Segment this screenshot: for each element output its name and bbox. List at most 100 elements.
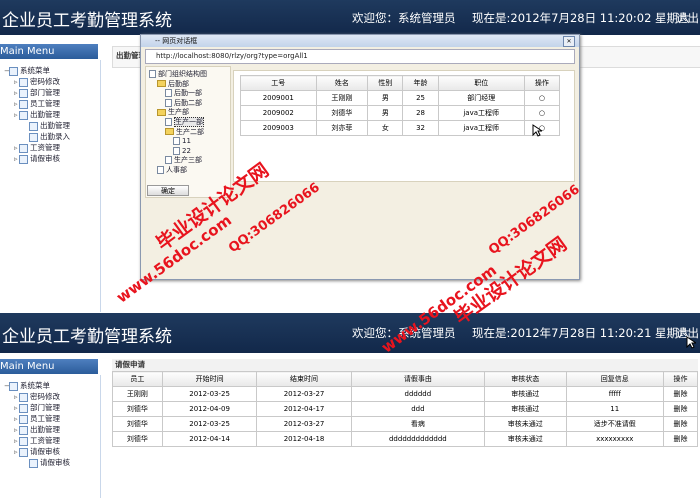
sidebar-item[interactable]: ▹ 工资管理 xyxy=(4,435,70,446)
sidebar-item[interactable]: 出勤管理 xyxy=(4,120,70,131)
sidebar-item[interactable]: ▹ 部门管理 xyxy=(4,402,70,413)
org-tree-label: 生产二部 xyxy=(176,127,204,136)
app-title: 企业员工考勤管理系统 xyxy=(2,327,172,347)
table-cell: 看病 xyxy=(350,416,485,432)
column-header: 年龄 xyxy=(402,75,439,91)
table-row: 刘德华 2012-04-09 2012-04-17 ddd 审核通过 11 删除 xyxy=(112,401,699,417)
sidebar-item[interactable]: ▹ 请假审核 xyxy=(4,446,70,457)
menu-node-icon xyxy=(19,425,28,435)
table-cell: 28 xyxy=(402,105,439,121)
sidebar-item[interactable]: ▹ 密码修改 xyxy=(4,76,70,87)
org-tree-node[interactable]: 生产二部 xyxy=(149,128,207,138)
org-tree-node[interactable]: 人事部 xyxy=(149,165,207,176)
org-tree-label: 生产一部 xyxy=(174,116,204,127)
employee-table: 工号 姓名 性别 年龄 职位 操作 2009001 王刚刚男 25 部门经理 ○ 2009002 刘德… xyxy=(240,75,561,136)
sidebar-item-label: 出勤管理 xyxy=(30,425,60,434)
org-tree-node[interactable]: 后勤部 xyxy=(149,80,207,90)
sidebar-item[interactable]: ▹ 工资管理 xyxy=(4,142,70,153)
org-tree-node[interactable]: 22 xyxy=(149,146,207,157)
sidebar-item-label: 出勤录入 xyxy=(40,132,70,141)
menu-node-icon xyxy=(19,403,28,413)
org-tree-node[interactable]: 部门组织结构图 xyxy=(149,70,207,80)
table-cell: 2012-03-25 xyxy=(161,416,258,432)
app-header: 企业员工考勤管理系统 欢迎您：系统管理员 现在是:2012年7月28日 11:2… xyxy=(0,0,700,35)
menu-node-icon xyxy=(19,447,28,457)
dialog-titlebar: -- 网页对话框 ✕ xyxy=(141,35,579,47)
org-tree-label: 后勤二部 xyxy=(174,98,202,107)
sidebar-item-label: 员工管理 xyxy=(30,99,60,108)
table-cell: 男 xyxy=(367,90,404,106)
org-tree-node[interactable]: 11 xyxy=(149,137,207,147)
document-icon xyxy=(157,165,164,174)
org-tree-node[interactable]: 后勤一部 xyxy=(149,89,207,99)
column-header: 审核状态 xyxy=(483,371,567,387)
dialog-title: -- 网页对话框 xyxy=(155,37,198,45)
confirm-button[interactable]: 确定 xyxy=(147,185,189,196)
sidebar-item[interactable]: 请假审核 xyxy=(4,457,70,468)
column-header: 开始时间 xyxy=(161,371,258,387)
sidebar-item[interactable]: ▹ 员工管理 xyxy=(4,413,70,424)
document-icon xyxy=(165,156,172,165)
document-icon xyxy=(173,137,180,146)
sidebar-item[interactable]: ▹ 员工管理 xyxy=(4,98,70,109)
menu-node-icon xyxy=(19,414,28,424)
org-tree-node[interactable]: 生产三部 xyxy=(149,156,207,166)
org-tree-node[interactable]: 生产一部 xyxy=(149,116,207,128)
menu-node-icon xyxy=(19,436,28,446)
table-cell: 2012-04-18 xyxy=(256,431,352,447)
menu-node-icon xyxy=(19,88,28,98)
table-cell: 2012-04-14 xyxy=(161,431,258,447)
org-tree-label: 后勤部 xyxy=(168,79,189,88)
sidebar-item-label: 请假审核 xyxy=(30,154,60,163)
cursor-icon xyxy=(686,336,696,349)
table-cell: java工程师 xyxy=(437,120,525,136)
row-action[interactable]: 删除 xyxy=(662,431,699,447)
table-cell: 部门经理 xyxy=(437,90,525,106)
menu-node-icon xyxy=(29,132,38,142)
row-action[interactable]: 删除 xyxy=(662,401,699,417)
table-cell: 审核通过 xyxy=(483,401,567,417)
org-tree-label: 22 xyxy=(182,146,191,155)
table-cell: 审核未通过 xyxy=(483,431,567,447)
table-row: 刘德华 2012-03-25 2012-03-27 看病 审核未通过 适步不准请假 删除 xyxy=(112,416,699,432)
dialog-address-bar: http://localhost:8080/rlzy/org?type=orgA… xyxy=(145,49,575,64)
sidebar-item[interactable]: − 系统菜单 xyxy=(4,65,70,76)
sidebar: − 系统菜单 ▹ 密码修改 ▹ 部门管理 ▹ 员工管理 ▹ 出勤管理 ▹ 工资管理 ▹ 请假审核 请假审核 xyxy=(0,375,101,498)
cursor-icon xyxy=(532,124,542,137)
menu-node-icon xyxy=(29,121,38,131)
org-tree-label: 人事部 xyxy=(166,165,187,174)
sidebar: − 系统菜单 ▹ 密码修改 ▹ 部门管理 ▹ 员工管理 ▹ 出勤管理 出勤管理 出勤录入 ▹ 工资管理 ▹ 请… xyxy=(0,60,101,312)
table-cell: 适步不准请假 xyxy=(565,416,664,432)
table-cell: ddd xyxy=(350,401,485,417)
datetime-text: 现在是:2012年7月28日 11:20:02 星期六 xyxy=(472,11,690,25)
sidebar-item[interactable]: ▹ 密码修改 xyxy=(4,391,70,402)
sidebar-item[interactable]: ▹ 出勤管理 xyxy=(4,424,70,435)
row-action[interactable]: 删除 xyxy=(662,386,699,402)
sidebar-item[interactable]: ▹ 部门管理 xyxy=(4,87,70,98)
row-action[interactable]: ○ xyxy=(523,105,561,121)
logout-link[interactable]: 退出 xyxy=(676,10,699,26)
sidebar-item-label: 部门管理 xyxy=(30,88,60,97)
org-tree-label: 11 xyxy=(182,137,191,146)
sidebar-item-label: 系统菜单 xyxy=(20,66,50,75)
sidebar-item[interactable]: − 系统菜单 xyxy=(4,380,70,391)
content-area: 请假申请 员工 开始时间 结束时间 请假事由 审核状态 回复信息 操作 王刚刚 2012-03… xyxy=(112,359,699,447)
app-header: 企业员工考勤管理系统 欢迎您：系统管理员 现在是:2012年7月28日 11:2… xyxy=(0,313,700,353)
column-header: 员工 xyxy=(112,371,163,387)
sidebar-item[interactable]: ▹ 出勤管理 xyxy=(4,109,70,120)
menu-node-icon xyxy=(19,143,28,153)
document-icon xyxy=(165,89,172,98)
menu-node-icon xyxy=(19,392,28,402)
row-action[interactable]: 删除 xyxy=(662,416,699,432)
sidebar-item[interactable]: ▹ 请假审核 xyxy=(4,153,70,164)
org-tree-node[interactable]: 后勤二部 xyxy=(149,98,207,109)
row-action[interactable]: ○ xyxy=(523,90,561,106)
sidebar-item[interactable]: 出勤录入 xyxy=(4,131,70,142)
sidebar-item-label: 请假审核 xyxy=(40,458,70,467)
table-cell: 2012-03-25 xyxy=(161,386,258,402)
column-header: 操作 xyxy=(662,371,699,387)
close-icon[interactable]: ✕ xyxy=(563,36,575,47)
menu-node-icon xyxy=(19,77,28,87)
column-header: 工号 xyxy=(240,75,317,91)
table-cell: fffff xyxy=(565,386,664,402)
